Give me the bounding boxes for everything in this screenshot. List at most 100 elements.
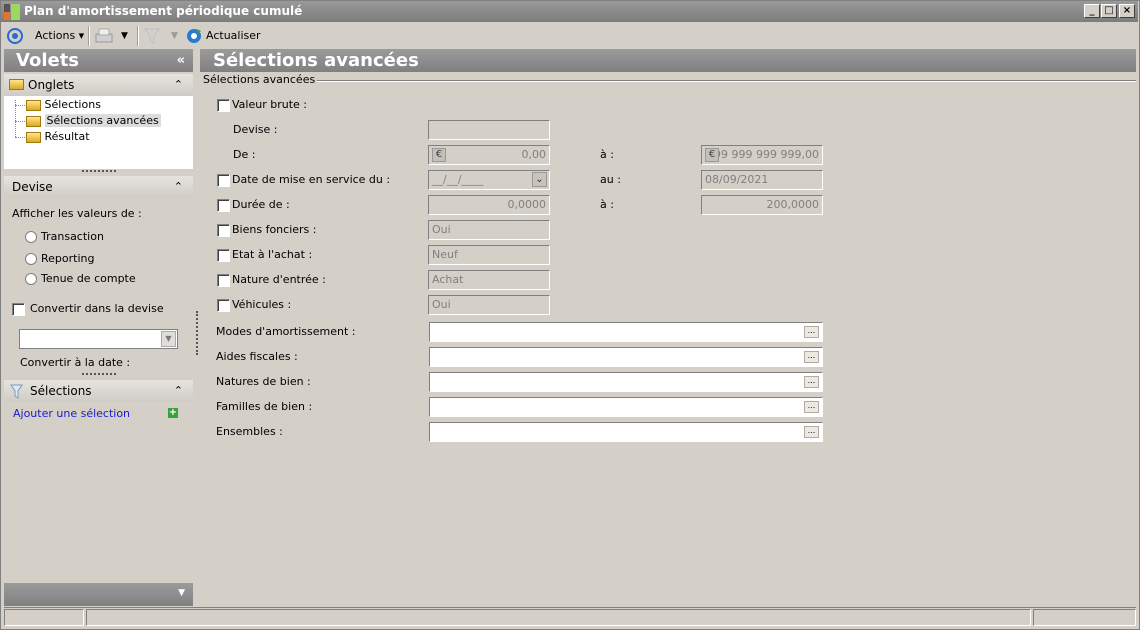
radio-account[interactable] xyxy=(25,273,37,285)
depreciation-modes-label: Modes d'amortissement : xyxy=(216,325,356,338)
vehicles-checkbox[interactable] xyxy=(217,299,230,312)
collapse-icon[interactable]: ⌃ xyxy=(174,176,183,198)
tree-item-selections[interactable]: Sélections xyxy=(26,98,101,112)
panes-title: Volets xyxy=(16,50,80,71)
service-date-label: Date de mise en service du : xyxy=(232,173,391,186)
close-button[interactable]: × xyxy=(1119,4,1135,18)
vehicles-input[interactable]: Oui xyxy=(428,295,550,315)
folder-icon xyxy=(9,79,24,90)
folder-icon xyxy=(26,131,41,143)
duration-label: Durée de : xyxy=(232,198,290,211)
refresh-icon[interactable] xyxy=(185,27,203,45)
add-selection-link[interactable]: Ajouter une sélection xyxy=(13,407,130,421)
from-value-input[interactable]: €0,00 xyxy=(428,145,550,165)
toolbar-separator xyxy=(137,26,139,46)
depreciation-modes-input[interactable]: ... xyxy=(429,322,823,342)
radio-reporting[interactable] xyxy=(25,253,37,265)
collapse-icon[interactable]: ⌃ xyxy=(174,380,183,402)
radio-transaction[interactable] xyxy=(25,231,37,243)
splitter-grip[interactable] xyxy=(82,373,116,376)
toolbar: Actions ▾ ▼ ▼ Actualiser xyxy=(1,23,1138,48)
group-divider xyxy=(303,80,1136,82)
service-date-from-input[interactable]: __/__/____ ⌄ xyxy=(428,170,550,190)
actions-menu[interactable]: Actions ▾ xyxy=(35,26,84,46)
browse-button[interactable]: ... xyxy=(804,426,819,438)
service-date-checkbox[interactable] xyxy=(217,174,230,187)
tree-item-advanced-selections[interactable]: Sélections avancées xyxy=(26,114,161,128)
tree-item-label: Sélections xyxy=(44,98,101,111)
purchase-state-label: Etat à l'achat : xyxy=(232,248,313,261)
maximize-button[interactable]: □ xyxy=(1101,4,1117,18)
chevron-down-icon[interactable]: ⌄ xyxy=(532,172,547,187)
collapse-icon[interactable]: ⌃ xyxy=(174,74,183,96)
page-header: Sélections avancées xyxy=(200,49,1136,72)
sets-label: Ensembles : xyxy=(216,425,283,438)
status-bar xyxy=(4,607,1136,626)
title-bar: Plan d'amortissement périodique cumulé xyxy=(1,1,1138,22)
tree-item-result[interactable]: Résultat xyxy=(26,130,90,144)
duration-to-label: à : xyxy=(600,198,614,211)
from-value-label: De : xyxy=(233,148,256,161)
service-date-to-input[interactable]: 08/09/2021 xyxy=(701,170,823,190)
panes-footer: ▼ xyxy=(4,583,193,606)
filter-icon[interactable] xyxy=(144,27,160,45)
date-value: __/__/____ xyxy=(432,173,484,186)
land-assets-checkbox[interactable] xyxy=(217,224,230,237)
collapse-panes-icon[interactable]: « xyxy=(177,49,185,72)
purchase-state-input[interactable]: Neuf xyxy=(428,245,550,265)
to-value-input[interactable]: €999 999 999 999,00 xyxy=(701,145,823,165)
devise-section-title: Devise xyxy=(12,180,53,194)
refresh-button[interactable]: Actualiser xyxy=(206,26,261,46)
open-folder-icon xyxy=(26,115,41,127)
status-pane xyxy=(86,609,1031,626)
selections-section-title: Sélections xyxy=(30,384,92,398)
purchase-state-checkbox[interactable] xyxy=(217,249,230,262)
minimize-button[interactable]: _ xyxy=(1084,4,1100,18)
euro-icon: € xyxy=(432,148,446,162)
browse-button[interactable]: ... xyxy=(804,326,819,338)
chevron-down-icon[interactable]: ▼ xyxy=(178,588,185,598)
duration-from-input[interactable]: 0,0000 xyxy=(428,195,550,215)
asset-families-label: Familles de bien : xyxy=(216,400,313,413)
to-value-label: à : xyxy=(600,148,614,161)
filter-dropdown-icon[interactable]: ▼ xyxy=(171,26,178,46)
land-assets-input[interactable]: Oui xyxy=(428,220,550,240)
window-title: Plan d'amortissement périodique cumulé xyxy=(24,4,303,18)
sets-input[interactable]: ... xyxy=(429,422,823,442)
convert-date-label: Convertir à la date : xyxy=(20,356,131,369)
filter-icon xyxy=(10,384,23,399)
chevron-down-icon[interactable]: ▼ xyxy=(161,331,176,347)
duration-checkbox[interactable] xyxy=(217,199,230,212)
currency-input[interactable] xyxy=(428,120,550,140)
print-dropdown-icon[interactable]: ▼ xyxy=(121,26,128,46)
currency-select[interactable]: ▼ xyxy=(19,329,178,349)
entry-nature-input[interactable]: Achat xyxy=(428,270,550,290)
print-icon[interactable] xyxy=(94,27,114,45)
browse-button[interactable]: ... xyxy=(804,376,819,388)
asset-natures-input[interactable]: ... xyxy=(429,372,823,392)
browse-button[interactable]: ... xyxy=(804,401,819,413)
tabs-tree: Sélections Sélections avancées Résultat xyxy=(4,96,193,169)
tabs-section-header[interactable]: Onglets ⌃ xyxy=(4,74,193,96)
tax-aids-input[interactable]: ... xyxy=(429,347,823,367)
convert-currency-label: Convertir dans la devise xyxy=(30,302,164,315)
radio-account-label: Tenue de compte xyxy=(41,272,136,285)
group-label: Sélections avancées xyxy=(203,73,318,87)
duration-to-input[interactable]: 200,0000 xyxy=(701,195,823,215)
convert-currency-checkbox[interactable] xyxy=(12,303,25,316)
asset-natures-label: Natures de bien : xyxy=(216,375,311,388)
vertical-splitter-grip[interactable] xyxy=(196,311,198,355)
from-value: 0,00 xyxy=(521,148,547,161)
selections-section-header[interactable]: Sélections ⌃ xyxy=(4,380,193,402)
asset-families-input[interactable]: ... xyxy=(429,397,823,417)
status-pane xyxy=(1033,609,1136,626)
splitter-grip[interactable] xyxy=(82,170,116,173)
browse-button[interactable]: ... xyxy=(804,351,819,363)
devise-section-header[interactable]: Devise ⌃ xyxy=(4,176,193,198)
to-value: 999 999 999 999,00 xyxy=(707,148,819,161)
gross-value-checkbox[interactable] xyxy=(217,99,230,112)
entry-nature-checkbox[interactable] xyxy=(217,274,230,287)
target-icon[interactable] xyxy=(6,27,24,45)
add-icon[interactable]: + xyxy=(168,408,178,418)
status-pane xyxy=(4,609,84,626)
